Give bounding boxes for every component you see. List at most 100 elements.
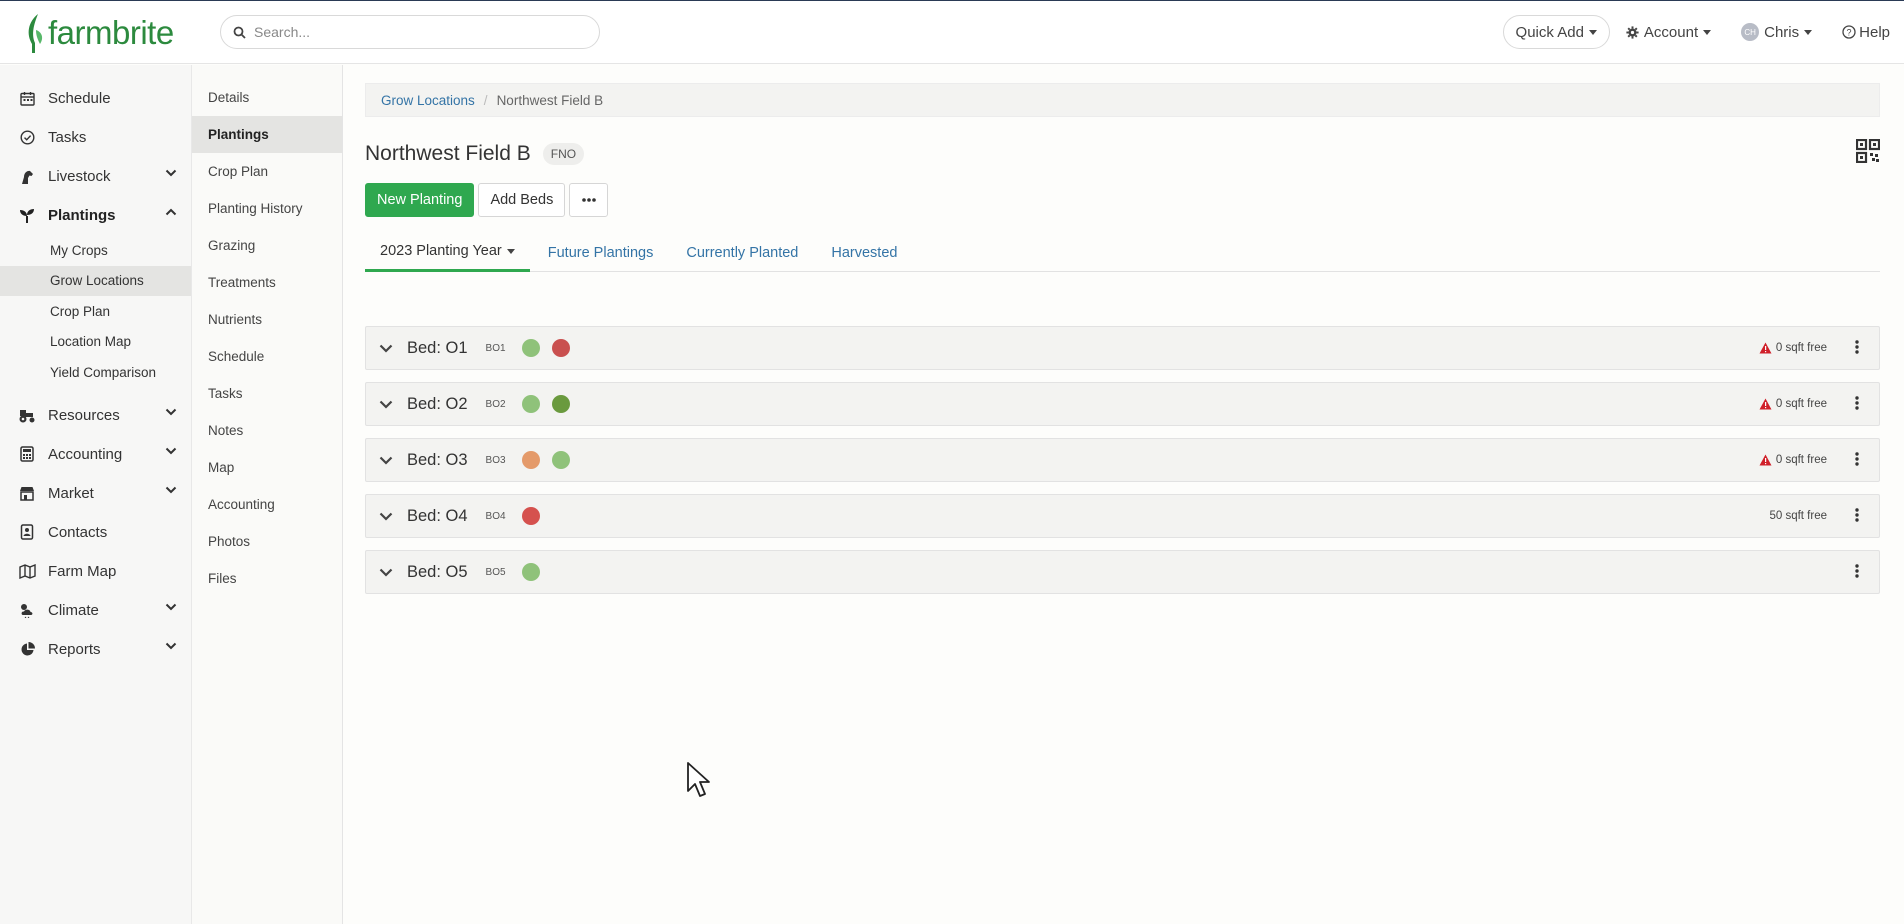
warning-icon	[1759, 454, 1772, 466]
vertical-ellipsis-icon[interactable]	[1855, 508, 1859, 522]
sidebar-item-plantings[interactable]: Plantings	[0, 196, 191, 235]
crop-icon[interactable]	[521, 451, 540, 469]
crop-icon[interactable]	[551, 451, 570, 469]
chevron-down-icon[interactable]	[366, 512, 406, 521]
sidebar-label: Resources	[48, 406, 120, 424]
tab-future-plantings[interactable]: Future Plantings	[533, 233, 669, 272]
subnav-map[interactable]: Map	[192, 449, 342, 486]
sidebar-item-schedule[interactable]: Schedule	[0, 79, 191, 118]
search-input[interactable]	[254, 24, 574, 40]
sidebar-item-resources[interactable]: Resources	[0, 396, 191, 435]
bed-name[interactable]: Bed: O3	[407, 451, 468, 470]
sidebar-item-farm-map[interactable]: Farm Map	[0, 552, 191, 591]
sidebar-item-accounting[interactable]: Accounting	[0, 435, 191, 474]
subnav-nutrients[interactable]: Nutrients	[192, 301, 342, 338]
sidebar-subitem-crop-plan[interactable]: Crop Plan	[0, 296, 191, 327]
search-box[interactable]	[220, 15, 600, 49]
subnav-photos[interactable]: Photos	[192, 523, 342, 560]
bed-list: Bed: O1 BO1 0 sqft free Bed: O2 BO2 0 sq…	[365, 326, 1880, 594]
bed-row[interactable]: Bed: O5 BO5	[365, 550, 1880, 594]
svg-text:?: ?	[1847, 28, 1852, 38]
vertical-ellipsis-icon[interactable]	[1855, 340, 1859, 354]
subnav-accounting[interactable]: Accounting	[192, 486, 342, 523]
subnav-tasks[interactable]: Tasks	[192, 375, 342, 412]
vertical-ellipsis-icon[interactable]	[1855, 396, 1859, 410]
chevron-down-icon[interactable]	[366, 400, 406, 409]
bed-free-space: 0 sqft free	[1775, 454, 1827, 466]
sidebar-item-livestock[interactable]: Livestock	[0, 157, 191, 196]
tab-harvested[interactable]: Harvested	[816, 233, 912, 272]
subnav-files[interactable]: Files	[192, 560, 342, 597]
vertical-ellipsis-icon[interactable]	[1855, 452, 1859, 466]
bed-row[interactable]: Bed: O2 BO2 0 sqft free	[365, 382, 1880, 426]
vertical-ellipsis-icon[interactable]	[1855, 564, 1859, 578]
chevron-down-icon	[165, 169, 177, 177]
account-menu[interactable]: Account	[1626, 24, 1712, 41]
breadcrumb-grow-locations[interactable]: Grow Locations	[381, 93, 475, 108]
sidebar-item-climate[interactable]: Climate	[0, 591, 191, 630]
bed-row[interactable]: Bed: O1 BO1 0 sqft free	[365, 326, 1880, 370]
sidebar-subitem-location-map[interactable]: Location Map	[0, 327, 191, 358]
user-menu[interactable]: CH Chris	[1741, 23, 1813, 41]
crop-icon[interactable]	[521, 507, 540, 525]
question-circle-icon: ?	[1842, 25, 1856, 39]
bed-row[interactable]: Bed: O4 BO4 50 sqft free	[365, 494, 1880, 538]
seedling-icon	[18, 207, 36, 225]
crop-icon[interactable]	[521, 395, 540, 413]
sidebar-subitem-my-crops[interactable]: My Crops	[0, 235, 191, 266]
chevron-down-icon	[165, 447, 177, 454]
more-actions-button[interactable]	[569, 183, 609, 217]
help-link[interactable]: ? Help	[1842, 24, 1890, 41]
ellipsis-icon	[582, 198, 596, 202]
crop-icon[interactable]	[521, 339, 540, 357]
tab-currently-planted[interactable]: Currently Planted	[671, 233, 813, 272]
sidebar-label: Market	[48, 484, 94, 502]
subnav-crop-plan[interactable]: Crop Plan	[192, 153, 342, 190]
subnav-treatments[interactable]: Treatments	[192, 264, 342, 301]
quick-add-button[interactable]: Quick Add	[1502, 15, 1610, 49]
sidebar-subitem-grow-locations[interactable]: Grow Locations	[0, 265, 191, 296]
crop-icon[interactable]	[521, 563, 540, 581]
chevron-down-icon[interactable]	[366, 344, 406, 353]
crop-icon[interactable]	[551, 395, 570, 413]
subnav-grazing[interactable]: Grazing	[192, 227, 342, 264]
subnav-plantings[interactable]: Plantings	[192, 116, 342, 153]
subnav-schedule[interactable]: Schedule	[192, 338, 342, 375]
page-title: Northwest Field B	[365, 142, 531, 165]
sidebar-item-contacts[interactable]: Contacts	[0, 513, 191, 552]
crop-icon[interactable]	[551, 339, 570, 357]
caret-down-icon	[1588, 29, 1597, 35]
sidebar-item-tasks[interactable]: Tasks	[0, 118, 191, 157]
sidebar-item-market[interactable]: Market	[0, 474, 191, 513]
calculator-icon	[18, 445, 36, 463]
mouse-cursor-icon	[687, 762, 710, 797]
search-icon	[233, 26, 246, 39]
new-planting-button[interactable]: New Planting	[365, 183, 475, 217]
sidebar-label: Livestock	[48, 168, 111, 185]
bed-free-space: 0 sqft free	[1775, 398, 1827, 410]
bed-name[interactable]: Bed: O5	[407, 563, 468, 582]
qr-code-icon[interactable]	[1856, 139, 1880, 163]
bed-name[interactable]: Bed: O4	[407, 507, 468, 526]
bed-row[interactable]: Bed: O3 BO3 0 sqft free	[365, 438, 1880, 482]
tractor-icon	[18, 406, 36, 424]
bed-code: BO1	[485, 342, 506, 354]
location-subnav: Details Plantings Crop Plan Planting His…	[192, 65, 343, 924]
subnav-details[interactable]: Details	[192, 79, 342, 116]
tab-2023-planting-year[interactable]: 2023 Planting Year	[365, 233, 530, 272]
subnav-notes[interactable]: Notes	[192, 412, 342, 449]
bed-free-space: 50 sqft free	[1769, 510, 1827, 522]
bed-code: BO4	[485, 510, 506, 522]
bed-name[interactable]: Bed: O2	[407, 395, 468, 414]
add-beds-button[interactable]: Add Beds	[478, 183, 566, 217]
sidebar-subitem-yield-comparison[interactable]: Yield Comparison	[0, 357, 191, 388]
subnav-planting-history[interactable]: Planting History	[192, 190, 342, 227]
sidebar-item-reports[interactable]: Reports	[0, 630, 191, 669]
chevron-down-icon[interactable]	[366, 568, 406, 577]
bed-name[interactable]: Bed: O1	[407, 339, 468, 358]
bed-code: BO2	[485, 398, 506, 410]
tab-label: 2023 Planting Year	[380, 243, 502, 259]
farmbrite-logo[interactable]: farmbrite	[24, 11, 174, 55]
chevron-down-icon[interactable]	[366, 456, 406, 465]
chevron-up-icon	[165, 208, 177, 216]
